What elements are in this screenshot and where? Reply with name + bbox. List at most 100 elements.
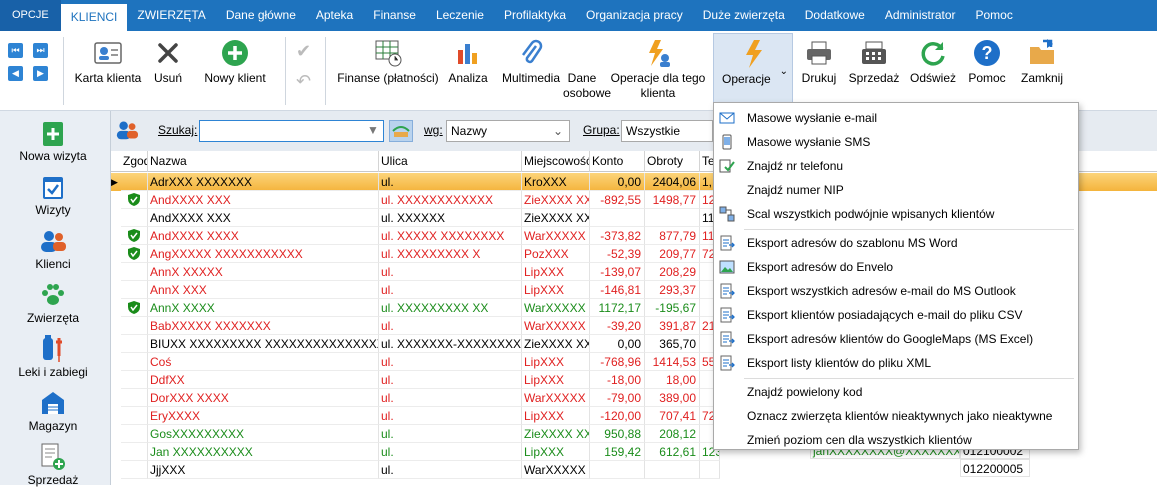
nowy-klient-button[interactable]: Nowy klient [198, 35, 272, 86]
menu-item-label: Znajdź numer NIP [747, 183, 844, 197]
cell-obroty: 208,12 [645, 425, 700, 443]
prev-record-icon[interactable]: ◀ [8, 66, 23, 81]
column-header-konto[interactable]: Konto [590, 151, 645, 172]
menu-item[interactable]: Znajdź powielony kod [714, 381, 1078, 403]
menu-item[interactable]: Scal wszystkich podwójnie wpisanych klie… [714, 203, 1078, 225]
tab-klienci[interactable]: KLIENCI [60, 4, 128, 31]
close-folder-icon [1016, 35, 1068, 71]
tab-duze-zwierzeta[interactable]: Duże zwierzęta [693, 0, 795, 31]
cell-name: DdfXX [148, 371, 379, 389]
cell-obroty: 293,37 [645, 281, 700, 299]
menu-item[interactable]: Masowe wysłanie SMS [714, 131, 1078, 153]
zamknij-button[interactable]: Zamknij [1016, 35, 1068, 86]
undo-icon[interactable]: ↶ [296, 71, 311, 92]
tab-zwierzeta[interactable]: ZWIERZĘTA [127, 0, 215, 31]
consent-cell [121, 335, 148, 353]
tab-apteka[interactable]: Apteka [306, 0, 363, 31]
column-header-obroty[interactable]: Obroty [645, 151, 700, 172]
menu-item[interactable]: Znajdź numer NIP [714, 179, 1078, 201]
row-indicator-icon [111, 425, 121, 443]
cell-city: LipXXX [522, 353, 590, 371]
menu-item[interactable]: Eksport klientów posiadających e-mail do… [714, 304, 1078, 326]
refresh-icon [908, 35, 958, 71]
operacje-button[interactable]: Operacje ⌄ [713, 33, 793, 105]
menu-item-label: Znajdź powielony kod [747, 385, 863, 399]
sidebar-label: Klienci [35, 257, 71, 271]
cell-konto [590, 209, 645, 227]
tab-opcje[interactable]: OPCJE [0, 0, 61, 31]
finanse-label: Finanse (płatności) [337, 71, 439, 85]
sidebar-item-wizyty[interactable]: Wizyty [0, 171, 106, 217]
sidebar-item-klienci[interactable]: Klienci [0, 225, 106, 271]
menu-item[interactable]: Znajdź nr telefonu [714, 155, 1078, 177]
odswiez-button[interactable]: Odśwież [908, 35, 958, 86]
multimedia-label: Multimedia [501, 71, 561, 85]
confirm-check-icon[interactable]: ✔ [296, 41, 311, 62]
drukuj-button[interactable]: Drukuj [798, 35, 840, 86]
tab-leczenie[interactable]: Leczenie [426, 0, 494, 31]
sprzedaz-button[interactable]: Sprzedaż [846, 35, 902, 86]
cash-register-icon [846, 35, 902, 71]
cell-city: WarXXXXX [522, 461, 590, 479]
menu-item[interactable]: Eksport listy klientów do pliku XML [714, 352, 1078, 374]
menu-item-label: Znajdź nr telefonu [747, 159, 844, 173]
row-indicator-icon [111, 191, 121, 209]
column-header-ulica[interactable]: Ulica [379, 151, 522, 172]
cell-name: AdrXXX XXXXXXX [148, 173, 379, 191]
menu-item[interactable]: Zmień poziom cen dla wszystkich klientów [714, 429, 1078, 451]
tab-administrator[interactable]: Administrator [875, 0, 966, 31]
first-record-icon[interactable]: ⏮ [8, 43, 23, 58]
analiza-button[interactable]: Analiza [446, 35, 490, 86]
cell-street: ul. XXXXXXXXX XX [379, 299, 522, 317]
sidebar-item-leki[interactable]: Leki i zabiegi [0, 333, 106, 379]
menu-item[interactable]: Eksport adresów klientów do GoogleMaps (… [714, 328, 1078, 350]
wg-select[interactable]: Nazwy ⌄ [446, 120, 570, 142]
sidebar-item-magazyn[interactable]: Magazyn [0, 387, 106, 433]
dane-osobowe-button[interactable]: Dane osobowe [563, 35, 611, 101]
cell-city: ZieXXXX XXX [522, 335, 590, 353]
cell-street: ul. [379, 371, 522, 389]
tab-pomoc[interactable]: Pomoc [966, 0, 1023, 31]
column-header-miejscowosc[interactable]: Miejscowość [522, 151, 590, 172]
search-label: Szukaj: [158, 123, 198, 137]
tab-profilaktyka[interactable]: Profilaktyka [494, 0, 576, 31]
tab-finanse[interactable]: Finanse [363, 0, 426, 31]
menu-item[interactable]: Eksport adresów do Envelo [714, 256, 1078, 278]
usun-button[interactable]: Usuń [148, 35, 188, 86]
plus-circle-icon [198, 35, 272, 71]
menu-item[interactable]: Eksport adresów do szablonu MS Word [714, 232, 1078, 254]
cell-street: ul. XXXXXXXXXXXX [379, 191, 522, 209]
cell-name: DorXXX XXXX [148, 389, 379, 407]
last-record-icon[interactable]: ⏭ [33, 43, 48, 58]
zamknij-label: Zamknij [1020, 71, 1063, 85]
sidebar-item-zwierzeta[interactable]: Zwierzęta [0, 279, 106, 325]
cell-name: BabXXXXX XXXXXXX [148, 317, 379, 335]
karta-klienta-button[interactable]: Karta klienta [72, 35, 144, 86]
operacje-dla-klienta-button[interactable]: Operacje dla tego klienta [606, 35, 710, 101]
menu-item[interactable]: Masowe wysłanie e-mail [714, 107, 1078, 129]
sidebar-label: Zwierzęta [26, 311, 79, 325]
filter-icon[interactable]: ▼ [367, 123, 379, 137]
tab-dodatkowe[interactable]: Dodatkowe [795, 0, 875, 31]
multimedia-button[interactable]: Multimedia [498, 35, 564, 86]
column-header-zgoda[interactable]: Zgoda [121, 151, 148, 172]
sidebar-item-sprzedaz[interactable]: Sprzedaż [0, 441, 106, 487]
cell-konto: -892,55 [590, 191, 645, 209]
users-icon [0, 225, 106, 257]
grupa-select[interactable]: Wszystkie [621, 120, 713, 142]
tab-dane-glowne[interactable]: Dane główne [216, 0, 306, 31]
menu-item[interactable]: Eksport wszystkich adresów e-mail do MS … [714, 280, 1078, 302]
next-record-icon[interactable]: ▶ [33, 66, 48, 81]
pomoc-button[interactable]: ? Pomoc [964, 35, 1010, 86]
sidebar-item-nowa-wizyta[interactable]: Nowa wizyta [0, 117, 106, 163]
search-options-button[interactable] [389, 120, 413, 142]
cell-name: AnnX XXXX [148, 299, 379, 317]
search-input[interactable] [199, 120, 384, 142]
column-header-nazwa[interactable]: Nazwa [148, 151, 379, 172]
paperclip-icon [498, 35, 564, 71]
menu-item[interactable]: Oznacz zwierzęta klientów nieaktywnych j… [714, 405, 1078, 427]
finanse-button[interactable]: Finanse (płatności) [334, 35, 442, 86]
cell-konto: 1172,17 [590, 299, 645, 317]
wg-label: wg: [424, 123, 443, 137]
tab-organizacja-pracy[interactable]: Organizacja pracy [576, 0, 693, 31]
